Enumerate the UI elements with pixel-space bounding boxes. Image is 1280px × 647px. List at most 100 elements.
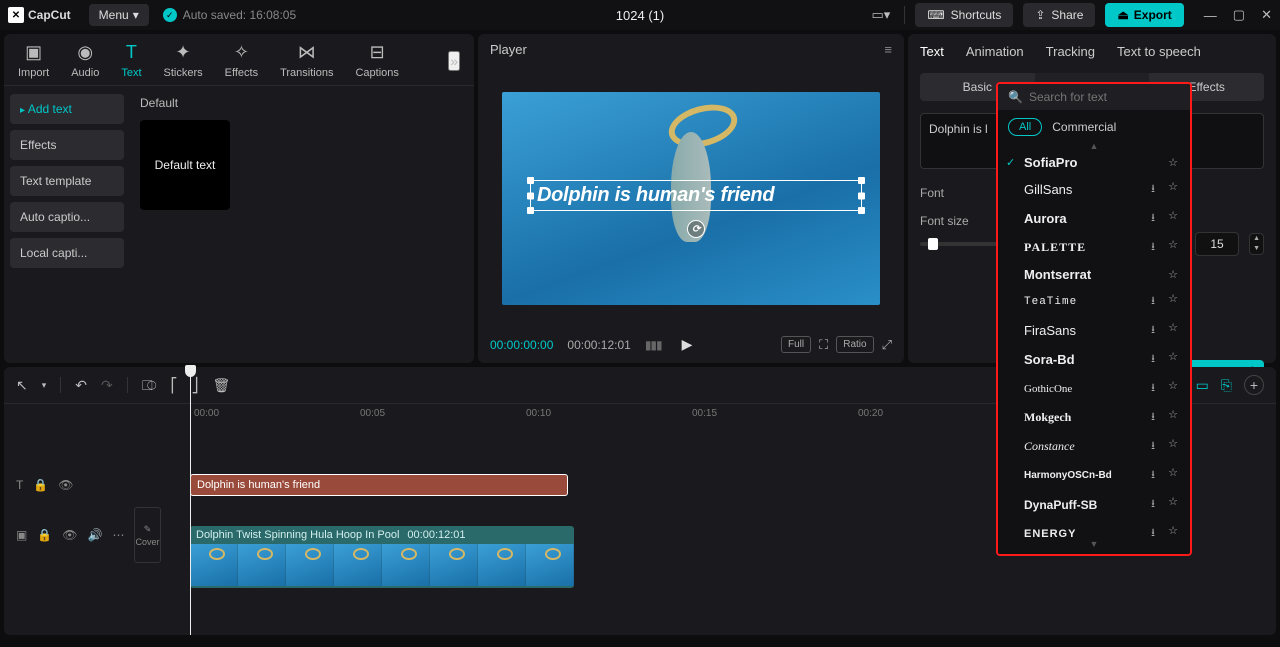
font-dropdown[interactable]: 🔍 All Commercial ▲ ✓SofiaPro☆GillSans⭳☆A… xyxy=(996,82,1192,556)
player-menu-icon[interactable]: ≡ xyxy=(884,42,892,57)
undo-button[interactable]: ↶ xyxy=(75,377,87,394)
resize-handle-br[interactable] xyxy=(858,207,865,214)
tab-tracking[interactable]: Tracking xyxy=(1046,44,1095,59)
tab-effects[interactable]: ✧Effects xyxy=(225,42,258,79)
cover-button[interactable]: ✎ Cover xyxy=(134,507,160,563)
star-icon[interactable]: ☆ xyxy=(1166,268,1180,281)
ratio-button[interactable]: Ratio xyxy=(836,336,873,353)
star-icon[interactable]: ☆ xyxy=(1166,437,1180,456)
export-button[interactable]: ⏏ Export xyxy=(1105,3,1183,27)
font-item[interactable]: DynaPuff-SB⭳☆ xyxy=(998,490,1190,519)
star-icon[interactable]: ☆ xyxy=(1166,495,1180,514)
more-icon[interactable]: ⋯ xyxy=(112,528,124,542)
font-size-stepper[interactable]: ▲▼ xyxy=(1249,233,1264,255)
font-item[interactable]: Montserrat☆ xyxy=(998,262,1190,287)
maximize-button[interactable]: ▢ xyxy=(1233,7,1245,23)
stepper-down-icon[interactable]: ▼ xyxy=(1250,244,1263,254)
download-icon[interactable]: ⭳ xyxy=(1146,180,1160,199)
filter-commercial[interactable]: Commercial xyxy=(1052,120,1116,134)
font-item[interactable]: TeaTime⭳☆ xyxy=(998,287,1190,316)
slider-thumb[interactable] xyxy=(928,238,938,250)
tab-text[interactable]: TText xyxy=(121,42,141,79)
delete-button[interactable]: 🗑 xyxy=(213,377,231,394)
sidebar-item-local-captions[interactable]: Local capti... xyxy=(10,238,124,268)
video-canvas[interactable]: Dolphin is human's friend ⟳ xyxy=(502,92,880,305)
star-icon[interactable]: ☆ xyxy=(1166,321,1180,340)
trim-right-button[interactable]: ⎦ xyxy=(192,377,199,394)
font-item[interactable]: HarmonyOSCn-Bd⭳☆ xyxy=(998,461,1190,490)
font-item[interactable]: ENERGY⭳☆ xyxy=(998,519,1190,540)
font-item[interactable]: ✓SofiaPro☆ xyxy=(998,150,1190,175)
sidebar-item-effects[interactable]: Effects xyxy=(10,130,124,160)
rotate-handle[interactable]: ⟳ xyxy=(687,220,705,238)
trim-left-button[interactable]: ⎡ xyxy=(171,377,178,394)
close-button[interactable]: ✕ xyxy=(1261,7,1272,23)
download-icon[interactable]: ⭳ xyxy=(1146,321,1160,340)
scroll-down-arrow[interactable]: ▼ xyxy=(998,540,1190,548)
font-search-input[interactable] xyxy=(1029,90,1184,104)
resize-handle-tl[interactable] xyxy=(527,177,534,184)
menu-button[interactable]: Menu ▾ xyxy=(89,4,149,26)
magnet-on-icon[interactable]: ▭ xyxy=(1196,377,1209,394)
resize-handle-ml[interactable] xyxy=(527,192,534,199)
font-item[interactable]: GothicOne⭳☆ xyxy=(998,374,1190,403)
redo-button[interactable]: ↷ xyxy=(101,377,113,394)
split-button[interactable]: ⎄ xyxy=(142,377,157,394)
lock-icon[interactable]: 🔒 xyxy=(33,478,48,492)
star-icon[interactable]: ☆ xyxy=(1166,350,1180,369)
tab-stickers[interactable]: ✦Stickers xyxy=(164,42,203,79)
pointer-tool[interactable]: ↖ xyxy=(16,377,28,394)
resize-handle-tr[interactable] xyxy=(858,177,865,184)
full-button[interactable]: Full xyxy=(781,336,811,353)
font-item[interactable]: GillSans⭳☆ xyxy=(998,175,1190,204)
eye-icon[interactable]: 👁 xyxy=(62,528,77,542)
magnet-link-icon[interactable]: ⎘ xyxy=(1221,377,1232,394)
scroll-up-arrow[interactable]: ▲ xyxy=(998,142,1190,150)
filter-all[interactable]: All xyxy=(1008,118,1042,136)
font-item[interactable]: Sora-Bd⭳☆ xyxy=(998,345,1190,374)
star-icon[interactable]: ☆ xyxy=(1166,379,1180,398)
font-item[interactable]: PALETTE⭳☆ xyxy=(998,233,1190,262)
eye-icon[interactable]: 👁 xyxy=(58,478,73,492)
tab-captions[interactable]: ⊟Captions xyxy=(355,42,398,79)
tab-import[interactable]: ▣Import xyxy=(18,42,49,79)
font-list[interactable]: ✓SofiaPro☆GillSans⭳☆Aurora⭳☆PALETTE⭳☆Mon… xyxy=(998,150,1190,540)
font-item[interactable]: Mokgech⭳☆ xyxy=(998,403,1190,432)
star-icon[interactable]: ☆ xyxy=(1166,209,1180,228)
star-icon[interactable]: ☆ xyxy=(1166,238,1180,257)
lock-icon[interactable]: 🔒 xyxy=(37,528,52,542)
font-item[interactable]: Aurora⭳☆ xyxy=(998,204,1190,233)
layout-button[interactable]: ▭▾ xyxy=(868,3,895,27)
download-icon[interactable]: ⭳ xyxy=(1146,379,1160,398)
tab-transitions[interactable]: ⋈Transitions xyxy=(280,42,333,79)
pointer-dropdown[interactable]: ▾ xyxy=(42,380,47,391)
download-icon[interactable]: ⭳ xyxy=(1146,495,1160,514)
stepper-up-icon[interactable]: ▲ xyxy=(1250,234,1263,244)
tab-text-props[interactable]: Text xyxy=(920,44,944,59)
tab-animation[interactable]: Animation xyxy=(966,44,1024,59)
text-overlay[interactable]: Dolphin is human's friend ⟳ xyxy=(530,180,862,211)
sidebar-item-text-template[interactable]: Text template xyxy=(10,166,124,196)
star-icon[interactable]: ☆ xyxy=(1166,292,1180,311)
font-item[interactable]: FiraSans⭳☆ xyxy=(998,316,1190,345)
font-size-value[interactable]: 15 xyxy=(1195,232,1239,256)
frame-step-icon[interactable]: ▮▮▮ xyxy=(645,338,662,352)
add-track-button[interactable]: + xyxy=(1244,375,1264,395)
speaker-icon[interactable]: 🔊 xyxy=(88,528,103,542)
download-icon[interactable]: ⭳ xyxy=(1146,408,1160,427)
download-icon[interactable]: ⭳ xyxy=(1146,238,1160,257)
more-tabs-button[interactable]: » xyxy=(448,51,460,71)
download-icon[interactable]: ⭳ xyxy=(1146,209,1160,228)
resize-handle-mr[interactable] xyxy=(858,192,865,199)
star-icon[interactable]: ☆ xyxy=(1166,156,1180,169)
download-icon[interactable]: ⭳ xyxy=(1146,350,1160,369)
download-icon[interactable]: ⭳ xyxy=(1146,466,1160,485)
play-button[interactable]: ▶ xyxy=(682,336,693,353)
playhead[interactable] xyxy=(190,367,191,635)
minimize-button[interactable]: — xyxy=(1204,7,1217,23)
star-icon[interactable]: ☆ xyxy=(1166,524,1180,540)
video-clip[interactable]: Dolphin Twist Spinning Hula Hoop In Pool… xyxy=(190,526,574,588)
star-icon[interactable]: ☆ xyxy=(1166,466,1180,485)
tab-audio[interactable]: ◉Audio xyxy=(71,42,99,79)
tab-tts[interactable]: Text to speech xyxy=(1117,44,1201,59)
